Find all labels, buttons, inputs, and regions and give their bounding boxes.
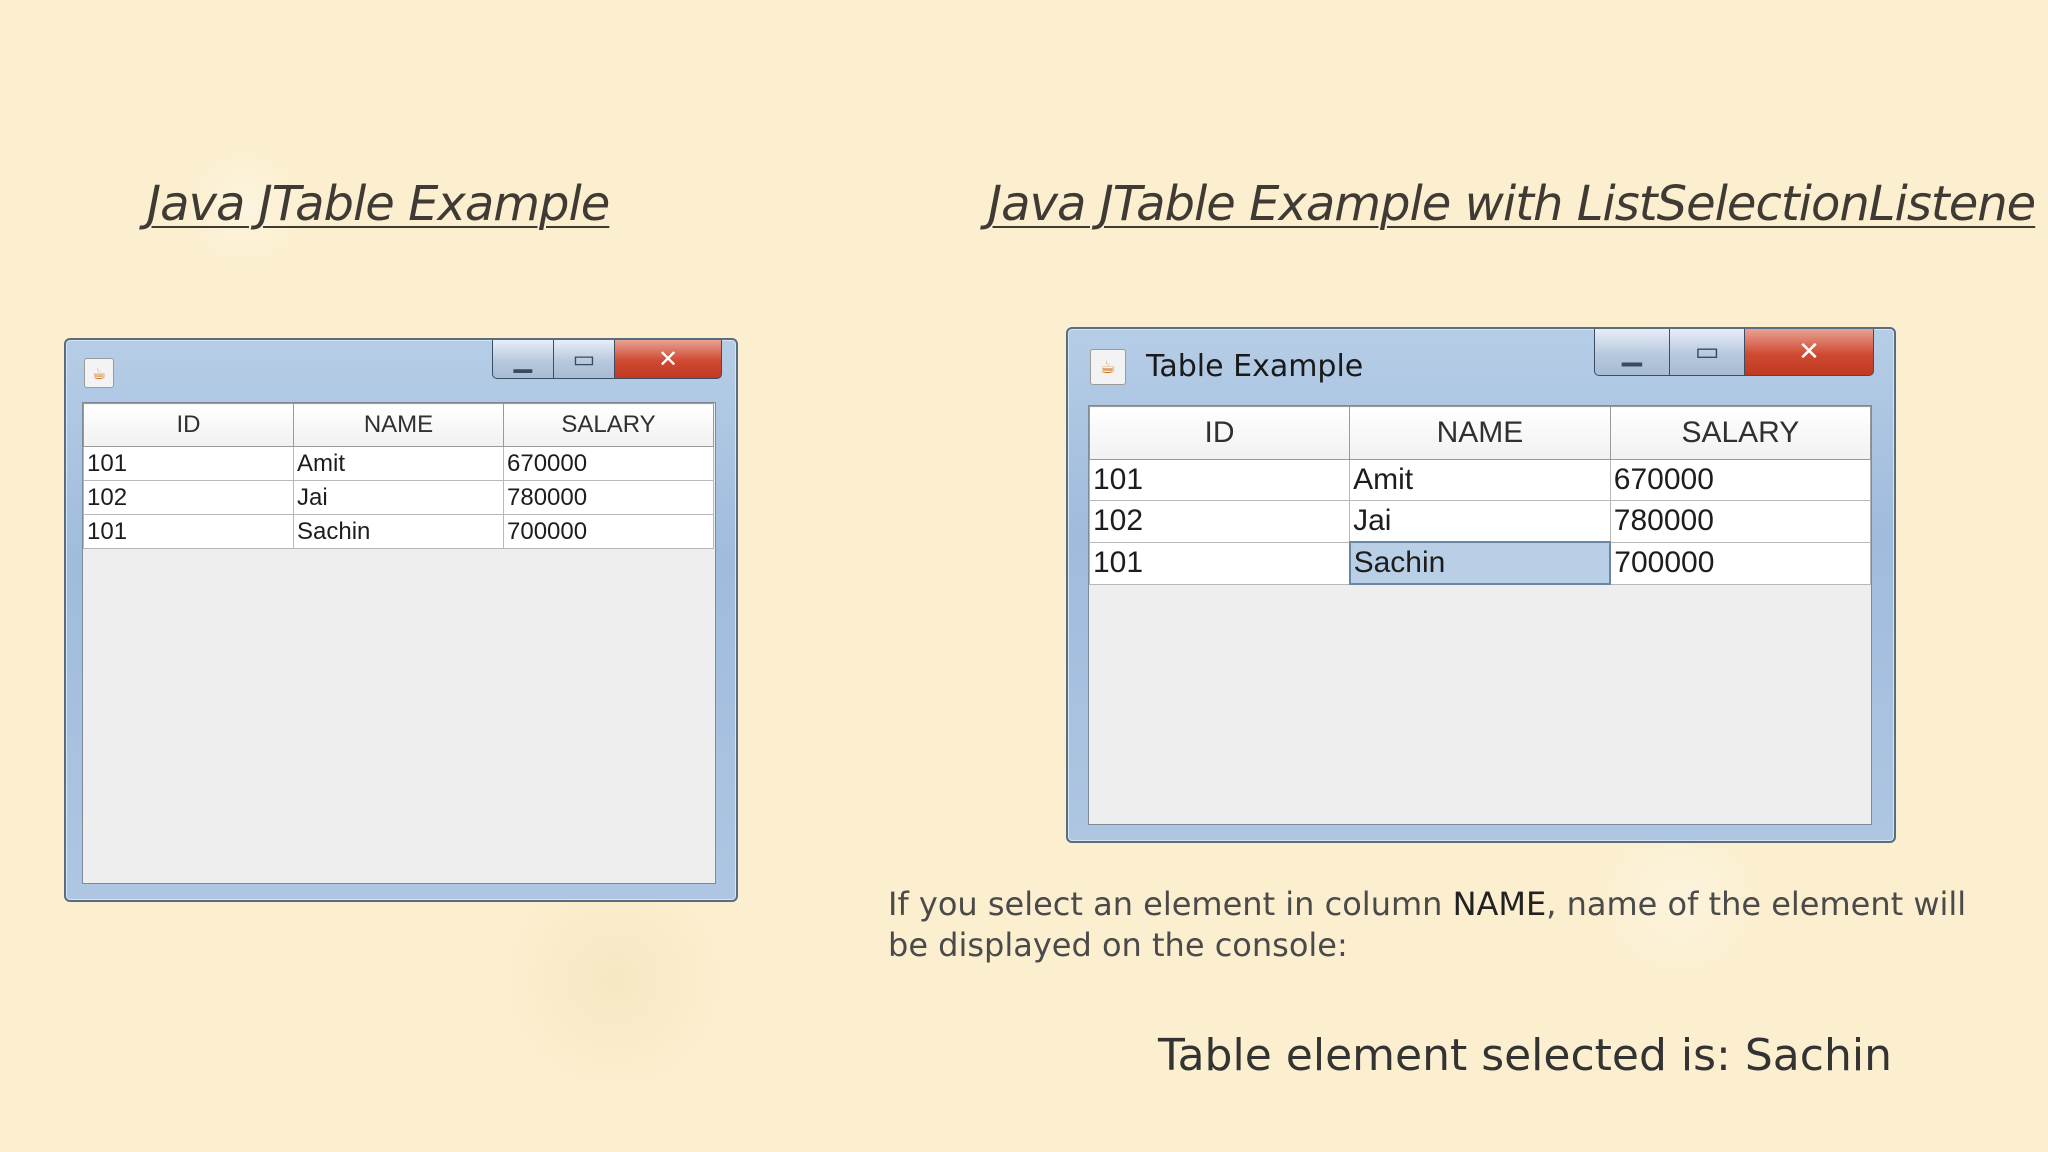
table-cell[interactable]: Jai — [293, 480, 504, 515]
table-row[interactable]: 102 Jai 780000 — [1088, 500, 1872, 543]
table-row[interactable]: 101 Sachin 700000 — [83, 514, 714, 549]
column-name-highlight: NAME — [1452, 885, 1547, 923]
column-header-salary[interactable]: SALARY — [503, 403, 714, 447]
window-caption: Table Example — [1146, 349, 1364, 384]
minimize-button[interactable]: ▁ — [492, 340, 554, 379]
table-cell[interactable]: 102 — [1088, 500, 1351, 543]
table-cell[interactable]: 101 — [1088, 459, 1351, 501]
close-button[interactable]: ✕ — [614, 340, 722, 379]
table-cell[interactable]: Amit — [1349, 459, 1611, 501]
table-row[interactable]: 101 Sachin 700000 — [1088, 541, 1872, 585]
table-cell[interactable]: 102 — [83, 480, 294, 515]
column-header-id[interactable]: ID — [83, 403, 294, 447]
table-row[interactable]: 101 Amit 670000 — [1088, 459, 1872, 501]
explanation-text: If you select an element in column NAME,… — [888, 884, 1998, 966]
jtable-window-right: ☕ Table Example ▁ ▭ ✕ ID NAME SALARY 101… — [1066, 327, 1896, 843]
close-icon: ✕ — [657, 345, 679, 373]
table-header-row: ID NAME SALARY — [83, 403, 714, 447]
maximize-button[interactable]: ▭ — [1669, 329, 1745, 376]
table-cell[interactable]: Jai — [1349, 500, 1611, 543]
maximize-icon: ▭ — [572, 345, 596, 373]
jtable-window-left: ☕ ▁ ▭ ✕ ID NAME SALARY 101 Amit 670000 1… — [64, 338, 738, 902]
java-coffee-icon[interactable]: ☕ — [84, 358, 114, 388]
minimize-icon: ▁ — [513, 345, 533, 373]
column-header-name[interactable]: NAME — [1349, 406, 1611, 460]
slide-title-left: Java JTable Example — [147, 176, 610, 232]
table-cell[interactable]: Amit — [293, 446, 504, 481]
column-header-name[interactable]: NAME — [293, 403, 504, 447]
table-cell[interactable]: 670000 — [503, 446, 714, 481]
table-cell[interactable]: 101 — [1088, 541, 1351, 585]
column-header-salary[interactable]: SALARY — [1609, 406, 1872, 460]
java-coffee-icon[interactable]: ☕ — [1090, 349, 1126, 385]
table-cell[interactable]: 780000 — [503, 480, 714, 515]
minimize-icon: ▁ — [1622, 337, 1642, 367]
table-cell[interactable]: 670000 — [1609, 459, 1872, 501]
close-icon: ✕ — [1798, 337, 1820, 367]
table-viewport: ID NAME SALARY 101 Amit 670000 102 Jai 7… — [82, 402, 716, 884]
table-cell[interactable]: 700000 — [1609, 541, 1872, 585]
table-cell[interactable]: 101 — [83, 514, 294, 549]
jtable: ID NAME SALARY 101 Amit 670000 102 Jai 7… — [1088, 406, 1872, 585]
table-row[interactable]: 101 Amit 670000 — [83, 446, 714, 481]
jtable: ID NAME SALARY 101 Amit 670000 102 Jai 7… — [83, 403, 714, 549]
table-cell-selected[interactable]: Sachin — [1348, 541, 1612, 585]
table-row[interactable]: 102 Jai 780000 — [83, 480, 714, 515]
minimize-button[interactable]: ▁ — [1594, 329, 1670, 376]
table-viewport: ID NAME SALARY 101 Amit 670000 102 Jai 7… — [1088, 405, 1872, 825]
column-header-id[interactable]: ID — [1088, 406, 1351, 460]
table-header-row: ID NAME SALARY — [1088, 406, 1872, 460]
maximize-button[interactable]: ▭ — [553, 340, 615, 379]
table-cell[interactable]: 101 — [83, 446, 294, 481]
console-output: Table element selected is: Sachin — [1158, 1030, 1892, 1081]
table-cell[interactable]: Sachin — [293, 514, 504, 549]
table-cell[interactable]: 780000 — [1609, 500, 1872, 543]
table-cell[interactable]: 700000 — [503, 514, 714, 549]
explanation-text-start: If you select an element in column — [888, 885, 1453, 923]
close-button[interactable]: ✕ — [1744, 329, 1874, 376]
slide-title-right: Java JTable Example with ListSelectionLi… — [988, 176, 2036, 232]
maximize-icon: ▭ — [1694, 337, 1720, 367]
